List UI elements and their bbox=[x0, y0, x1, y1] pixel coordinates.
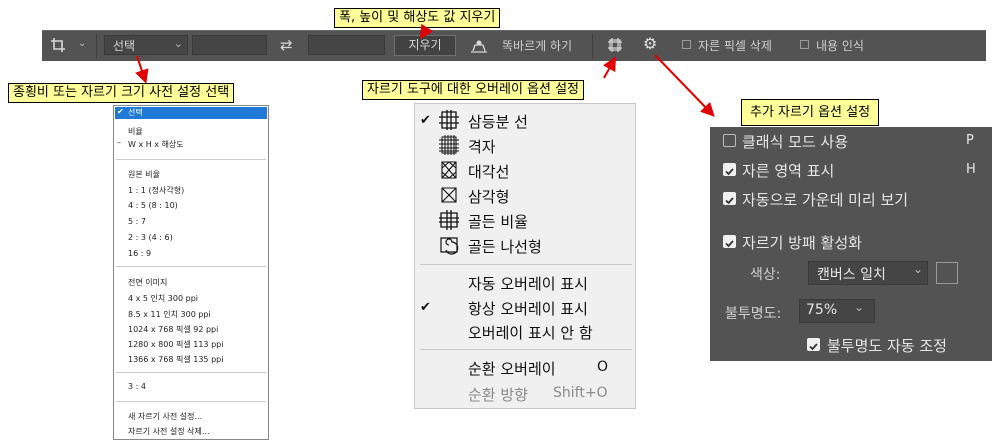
overlay-item-thirds[interactable]: 삼등분 선 bbox=[468, 111, 528, 132]
overlay-item-golden-ratio[interactable]: 골든 비율 bbox=[468, 211, 528, 232]
overlay-item-cycle[interactable]: 순환 오버레이 bbox=[468, 358, 556, 379]
menu-separator bbox=[116, 266, 266, 267]
overlay-options-menu: ✔ 삼등분 선 격자 대각선 삼각형 골든 비율 골든 나선형 자동 오버레이 … bbox=[414, 103, 636, 409]
menu-item-2-3[interactable]: 2 : 3 (4 : 6) bbox=[128, 233, 173, 242]
menu-separator bbox=[420, 349, 632, 350]
diagonal-icon bbox=[441, 161, 457, 179]
menu-item-5-7[interactable]: 5 : 7 bbox=[128, 217, 146, 226]
shortcut-cycle-orientation: Shift+O bbox=[553, 385, 608, 401]
menu-item-1024x768[interactable]: 1024 x 768 픽셀 92 ppi bbox=[128, 324, 218, 335]
rule-of-thirds-icon bbox=[439, 110, 459, 130]
check-icon: ✔ bbox=[420, 113, 431, 128]
overlay-item-never-show[interactable]: 오버레이 표시 안 함 bbox=[468, 322, 593, 343]
shortcut-classic-mode: P bbox=[966, 133, 974, 148]
check-icon: ✔ bbox=[117, 107, 124, 116]
arrow-settings bbox=[654, 54, 715, 117]
ratio-preset-menu: ✔ 선택 비율 – W x H x 해상도 원본 비율 1 : 1 (정사각형)… bbox=[113, 105, 269, 440]
menu-item-original-ratio[interactable]: 원본 비율 bbox=[128, 169, 160, 180]
overlay-item-triangle[interactable]: 삼각형 bbox=[468, 186, 509, 207]
overlay-item-always-show[interactable]: 항상 오버레이 표시 bbox=[468, 298, 588, 319]
menu-item-1366x768[interactable]: 1366 x 768 픽셀 135 ppi bbox=[128, 354, 223, 365]
arrow-ratio bbox=[135, 55, 149, 84]
show-cropped-label: 자른 영역 표시 bbox=[742, 162, 835, 180]
shortcut-show-cropped: H bbox=[966, 162, 976, 177]
menu-item-whr[interactable]: W x H x 해상도 bbox=[128, 139, 184, 150]
auto-center-label: 자동으로 가운데 미리 보기 bbox=[742, 191, 909, 209]
menu-item-4x5-in[interactable]: 4 x 5 인치 300 ppi bbox=[128, 293, 198, 304]
enable-shield-label: 자르기 방패 활성화 bbox=[742, 234, 862, 252]
check-icon bbox=[725, 197, 734, 205]
menu-separator bbox=[116, 372, 266, 373]
menu-item-3-4[interactable]: 3 : 4 bbox=[128, 382, 146, 391]
menu-separator bbox=[420, 264, 632, 265]
golden-ratio-icon bbox=[439, 210, 459, 230]
arrow-overlay bbox=[603, 56, 616, 79]
dash-icon: – bbox=[117, 138, 121, 147]
menu-item-delete-preset[interactable]: 자르기 사전 설정 삭제... bbox=[128, 426, 210, 437]
menu-separator bbox=[116, 159, 266, 160]
triangle-icon bbox=[441, 187, 457, 203]
color-swatch[interactable] bbox=[936, 262, 958, 284]
opacity-field[interactable]: 75% ⌄ bbox=[799, 299, 875, 323]
enable-shield-checkbox[interactable] bbox=[723, 235, 736, 248]
check-icon: ✔ bbox=[420, 300, 431, 315]
auto-adjust-opacity-checkbox[interactable] bbox=[807, 338, 820, 351]
menu-item-front-image[interactable]: 전면 이미지 bbox=[128, 277, 167, 288]
overlay-item-diagonal[interactable]: 대각선 bbox=[468, 161, 509, 182]
auto-adjust-opacity-label: 불투명도 자동 조정 bbox=[827, 337, 947, 355]
menu-separator bbox=[116, 401, 266, 402]
menu-item-1-1[interactable]: 1 : 1 (정사각형) bbox=[128, 185, 184, 196]
menu-item-1280x800[interactable]: 1280 x 800 픽셀 113 ppi bbox=[128, 339, 223, 350]
opacity-label: 불투명도: bbox=[725, 306, 782, 322]
check-icon bbox=[725, 240, 734, 248]
overlay-item-golden-spiral[interactable]: 골든 나선형 bbox=[468, 236, 542, 257]
show-cropped-checkbox[interactable] bbox=[723, 163, 736, 176]
chevron-down-icon: ⌄ bbox=[912, 262, 923, 276]
overlay-item-grid[interactable]: 격자 bbox=[468, 136, 496, 157]
grid-icon bbox=[439, 135, 459, 155]
menu-item-new-preset[interactable]: 새 자르기 사전 설정... bbox=[128, 411, 202, 422]
color-value: 캔버스 일치 bbox=[817, 267, 886, 283]
menu-item-ratio[interactable]: 비율 bbox=[128, 126, 143, 137]
overlay-item-auto-show[interactable]: 자동 오버레이 표시 bbox=[468, 273, 588, 294]
classic-mode-label: 클래식 모드 사용 bbox=[742, 133, 849, 151]
additional-crop-options-panel: 클래식 모드 사용 P 자른 영역 표시 H 자동으로 가운데 미리 보기 자르… bbox=[710, 127, 992, 361]
color-select[interactable]: 캔버스 일치 ⌄ bbox=[808, 261, 928, 285]
menu-item-16-9[interactable]: 16 : 9 bbox=[128, 249, 151, 258]
auto-center-checkbox[interactable] bbox=[723, 192, 736, 205]
opacity-value: 75% bbox=[806, 302, 838, 318]
chevron-down-icon: ⌄ bbox=[854, 300, 865, 314]
classic-mode-checkbox[interactable] bbox=[723, 134, 736, 147]
shortcut-cycle: O bbox=[597, 359, 609, 375]
menu-item-4-5[interactable]: 4 : 5 (8 : 10) bbox=[128, 201, 178, 210]
golden-spiral-icon bbox=[440, 237, 459, 255]
menu-item-select-label: 선택 bbox=[128, 108, 143, 117]
menu-item-8-5x11-in[interactable]: 8.5 x 11 인치 300 ppi bbox=[128, 309, 211, 320]
check-icon bbox=[725, 168, 734, 176]
arrow-clear bbox=[419, 23, 434, 40]
check-icon bbox=[809, 343, 818, 351]
overlay-item-cycle-orientation: 순환 방향 bbox=[468, 386, 528, 404]
color-label: 색상: bbox=[750, 267, 781, 283]
